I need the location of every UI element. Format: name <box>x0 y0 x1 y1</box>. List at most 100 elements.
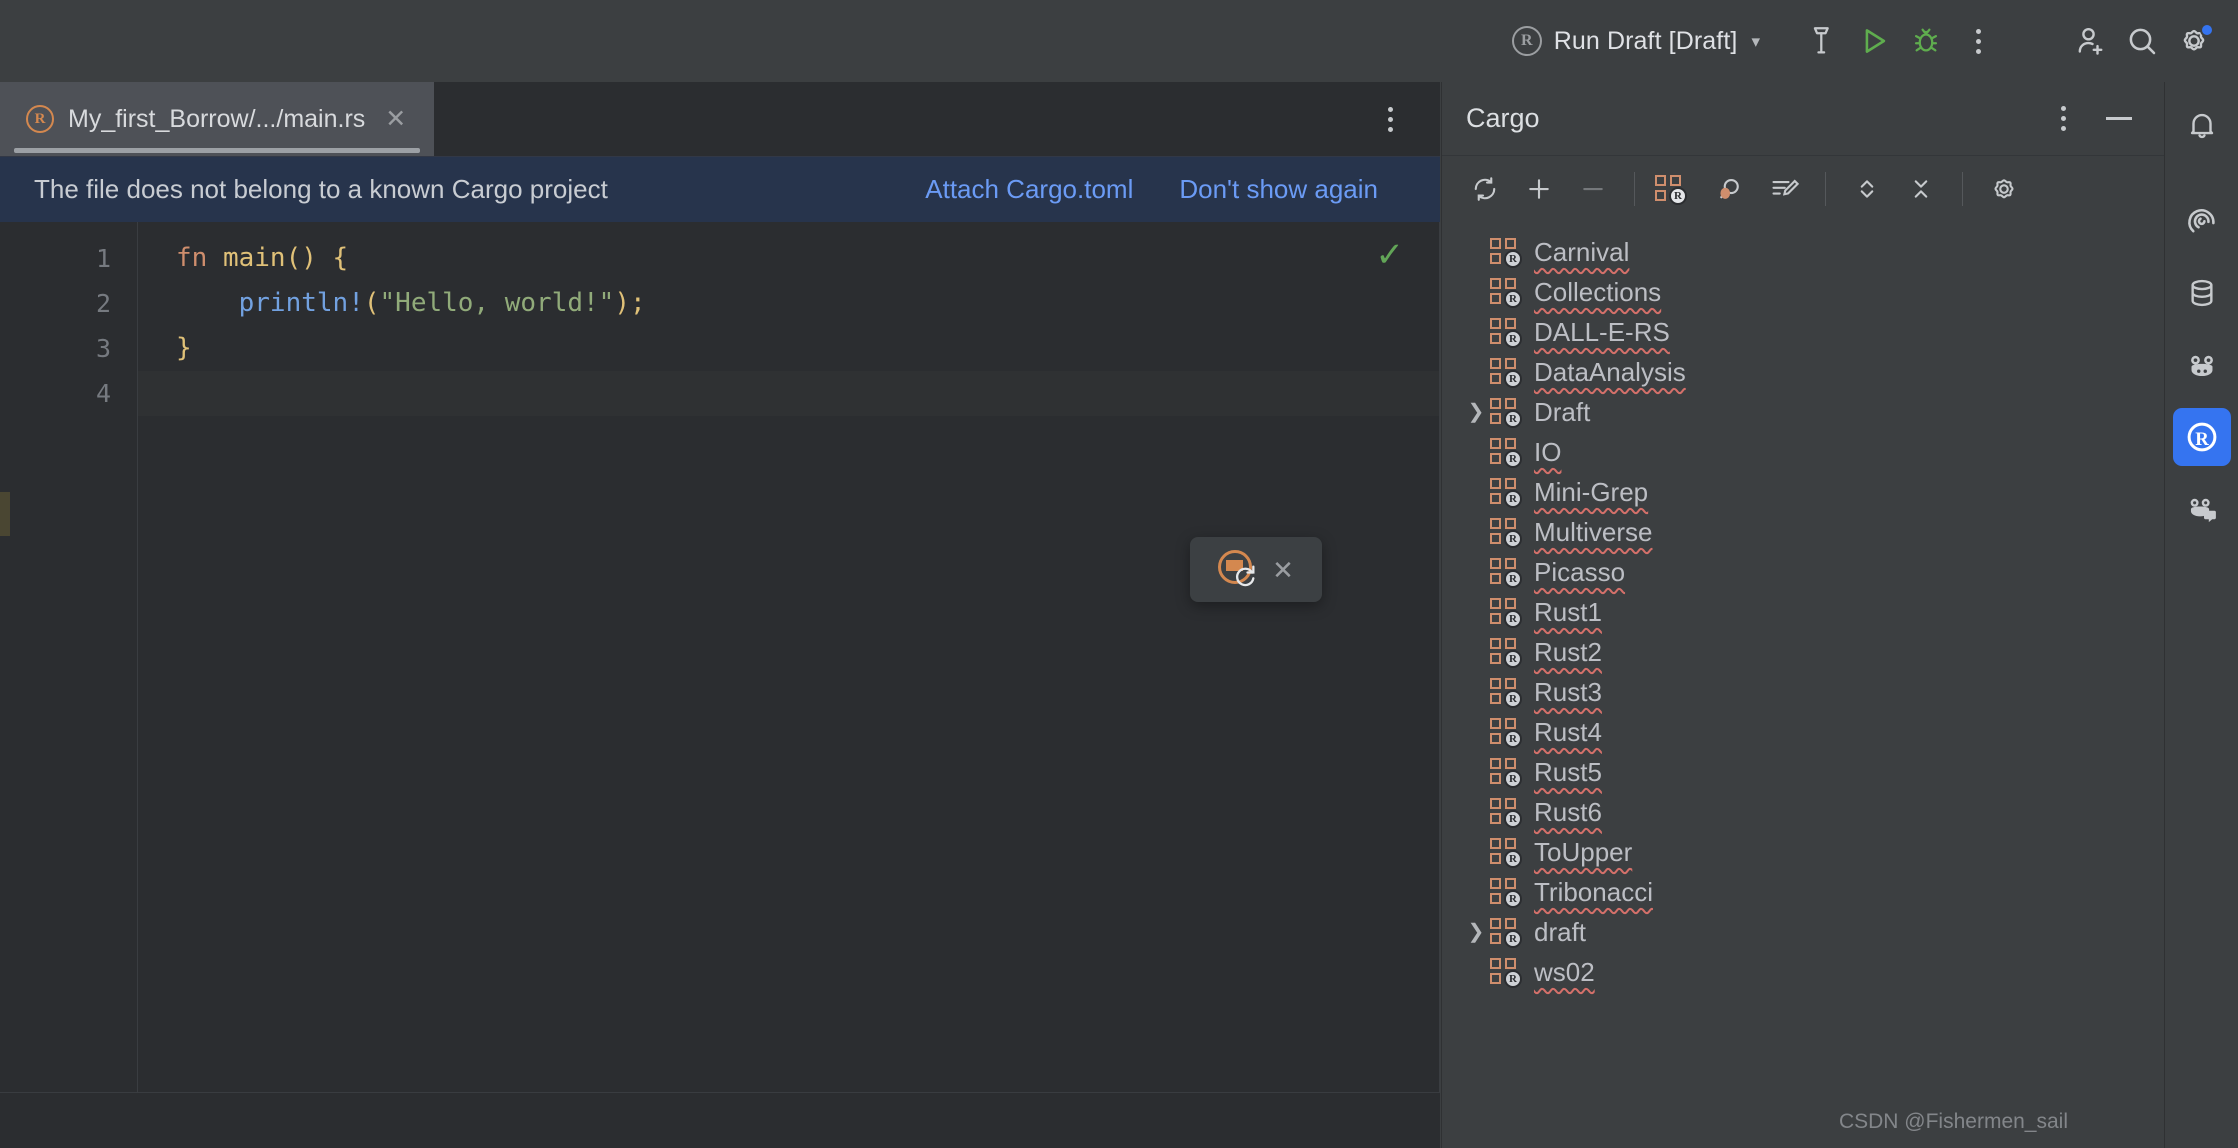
cargo-project-icon: R <box>1490 797 1524 828</box>
cargo-add-button[interactable] <box>1514 164 1564 214</box>
ai-monkey-button[interactable] <box>2173 336 2231 394</box>
ai-chat-button[interactable] <box>2173 480 2231 538</box>
run-configuration-selector[interactable]: R Run Draft [Draft] ▾ <box>1504 17 1770 65</box>
cargo-header: Cargo <box>1442 82 2164 156</box>
more-actions-button[interactable] <box>1952 15 2004 67</box>
cargo-crate-row[interactable]: R Rust6 <box>1442 792 2164 832</box>
cargo-crate-row[interactable]: R Carnival <box>1442 232 2164 272</box>
settings-button[interactable] <box>2168 15 2220 67</box>
expand-arrow-icon[interactable]: ❯ <box>1462 922 1490 942</box>
cargo-toolbar: R <box>1442 156 2164 222</box>
cargo-crate-row[interactable]: R IO <box>1442 432 2164 472</box>
settings-gear-icon <box>1989 174 2019 204</box>
ai-assistant-spiral-icon <box>2184 203 2220 239</box>
build-button[interactable] <box>1796 15 1848 67</box>
cargo-project-button[interactable]: R <box>1651 164 1701 214</box>
add-user-button[interactable] <box>2064 15 2116 67</box>
close-icon[interactable]: ✕ <box>1272 557 1294 583</box>
dont-show-again-link[interactable]: Don't show again <box>1179 174 1378 205</box>
cargo-crate-row[interactable]: R Multiverse <box>1442 512 2164 552</box>
cargo-minimize-button[interactable] <box>2096 96 2142 142</box>
cargo-expand-collapse-button[interactable] <box>1842 164 1892 214</box>
cargo-edit-run-args-button[interactable] <box>1759 164 1809 214</box>
cargo-crate-row[interactable]: R Mini-Grep <box>1442 472 2164 512</box>
kebab-menu-icon <box>2060 106 2066 131</box>
cargo-project-icon: R <box>1490 357 1524 388</box>
cargo-crate-name: Carnival <box>1534 236 1630 267</box>
cargo-crate-row[interactable]: R Collections <box>1442 272 2164 312</box>
cargo-crate-name: Tribonacci <box>1534 876 1653 907</box>
cargo-crate-row[interactable]: ❯ Rdraft <box>1442 912 2164 952</box>
cargo-settings-button[interactable] <box>1979 164 2029 214</box>
chevron-right-icon: ❯ <box>1467 401 1485 423</box>
cargo-crate-row[interactable]: R Rust5 <box>1442 752 2164 792</box>
cargo-crate-row[interactable]: R DataAnalysis <box>1442 352 2164 392</box>
rust-reload-popup[interactable]: ✕ <box>1190 537 1322 602</box>
editor-pane: R My_first_Borrow/.../main.rs ✕ The file… <box>0 82 1440 1148</box>
cargo-collapse-all-button[interactable] <box>1896 164 1946 214</box>
cargo-crate-row[interactable]: ❯ R Draft <box>1442 392 2164 432</box>
cargo-options-button[interactable] <box>2040 96 2086 142</box>
cargo-debug-search-button[interactable] <box>1705 164 1755 214</box>
code-token: println! <box>238 288 364 318</box>
rust-tool-button[interactable]: R <box>2172 408 2231 466</box>
database-button[interactable] <box>2173 264 2231 322</box>
cargo-project-icon: R <box>1490 437 1524 468</box>
banner-links: Attach Cargo.toml Don't show again <box>925 174 1406 205</box>
rust-refresh-icon[interactable] <box>1218 549 1258 590</box>
cargo-project-icon: R <box>1490 637 1524 668</box>
cargo-project-icon: R <box>1655 174 1687 205</box>
code-body[interactable]: fn main() { println!("Hello, world!");} <box>137 222 1440 1148</box>
cargo-project-icon: R <box>1490 557 1524 588</box>
cargo-crate-row[interactable]: Rws02 <box>1442 952 2164 992</box>
green-checkmark-icon[interactable]: ✓ <box>1376 238 1405 272</box>
chevron-down-icon: ▾ <box>1751 31 1760 51</box>
cargo-crate-row[interactable]: R Rust2 <box>1442 632 2164 672</box>
cargo-crate-row[interactable]: R Rust1 <box>1442 592 2164 632</box>
cargo-crate-row[interactable]: R DALL-E-RS <box>1442 312 2164 352</box>
ai-monkey-icon <box>2185 348 2219 382</box>
ai-chat-icon <box>2185 492 2219 526</box>
code-line: fn main() { <box>138 236 1440 281</box>
cargo-crate-name: Rust5 <box>1534 756 1602 787</box>
line-number: 4 <box>95 379 111 408</box>
bug-icon <box>1909 24 1943 58</box>
cargo-remove-button[interactable] <box>1568 164 1618 214</box>
code-token: fn <box>176 243 223 273</box>
cargo-header-actions <box>2040 96 2142 142</box>
editor-tab-main-rs[interactable]: R My_first_Borrow/.../main.rs ✕ <box>0 82 435 156</box>
cargo-crate-name: DALL-E-RS <box>1534 316 1670 347</box>
cargo-crate-row[interactable]: R Picasso <box>1442 552 2164 592</box>
search-button[interactable] <box>2116 15 2168 67</box>
ai-assistant-button[interactable] <box>2173 192 2231 250</box>
cargo-crate-list[interactable]: R Carnival R Collections R DALL-E-RS R DataAnal… <box>1442 222 2164 1122</box>
cargo-refresh-button[interactable] <box>1460 164 1510 214</box>
kebab-menu-icon <box>1975 28 1981 54</box>
kebab-menu-icon <box>1387 106 1393 132</box>
cargo-crate-name: ws02 <box>1534 956 1595 987</box>
run-button[interactable] <box>1848 15 1900 67</box>
add-user-icon <box>2072 23 2108 59</box>
cargo-project-icon: R <box>1490 717 1524 748</box>
chevron-right-icon: ❯ <box>1467 921 1485 943</box>
cargo-crate-name: Rust6 <box>1534 796 1602 827</box>
debug-button[interactable] <box>1900 15 1952 67</box>
expand-arrow-icon[interactable]: ❯ <box>1462 402 1490 422</box>
code-line: println!("Hello, world!"); <box>138 281 1440 326</box>
collapse-all-icon <box>1907 175 1935 203</box>
code-editor[interactable]: 1 2 3 4 fn main() { println!("Hello, wor… <box>0 222 1440 1148</box>
cargo-crate-row[interactable]: R Tribonacci <box>1442 872 2164 912</box>
code-line: } <box>138 326 1440 371</box>
cargo-crate-row[interactable]: R Rust4 <box>1442 712 2164 752</box>
cargo-crate-name: Collections <box>1534 276 1662 307</box>
toolbar-separator <box>1825 172 1826 206</box>
cargo-crate-row[interactable]: R ToUpper <box>1442 832 2164 872</box>
notifications-button[interactable] <box>2173 96 2231 154</box>
attach-cargo-toml-link[interactable]: Attach Cargo.toml <box>925 174 1133 205</box>
editor-tab-more-button[interactable] <box>1364 93 1416 145</box>
cargo-crate-row[interactable]: R Rust3 <box>1442 672 2164 712</box>
play-icon <box>1857 24 1891 58</box>
active-line-highlight <box>138 371 1440 416</box>
cargo-crate-name: Rust4 <box>1534 716 1602 747</box>
close-icon[interactable]: ✕ <box>379 103 412 136</box>
